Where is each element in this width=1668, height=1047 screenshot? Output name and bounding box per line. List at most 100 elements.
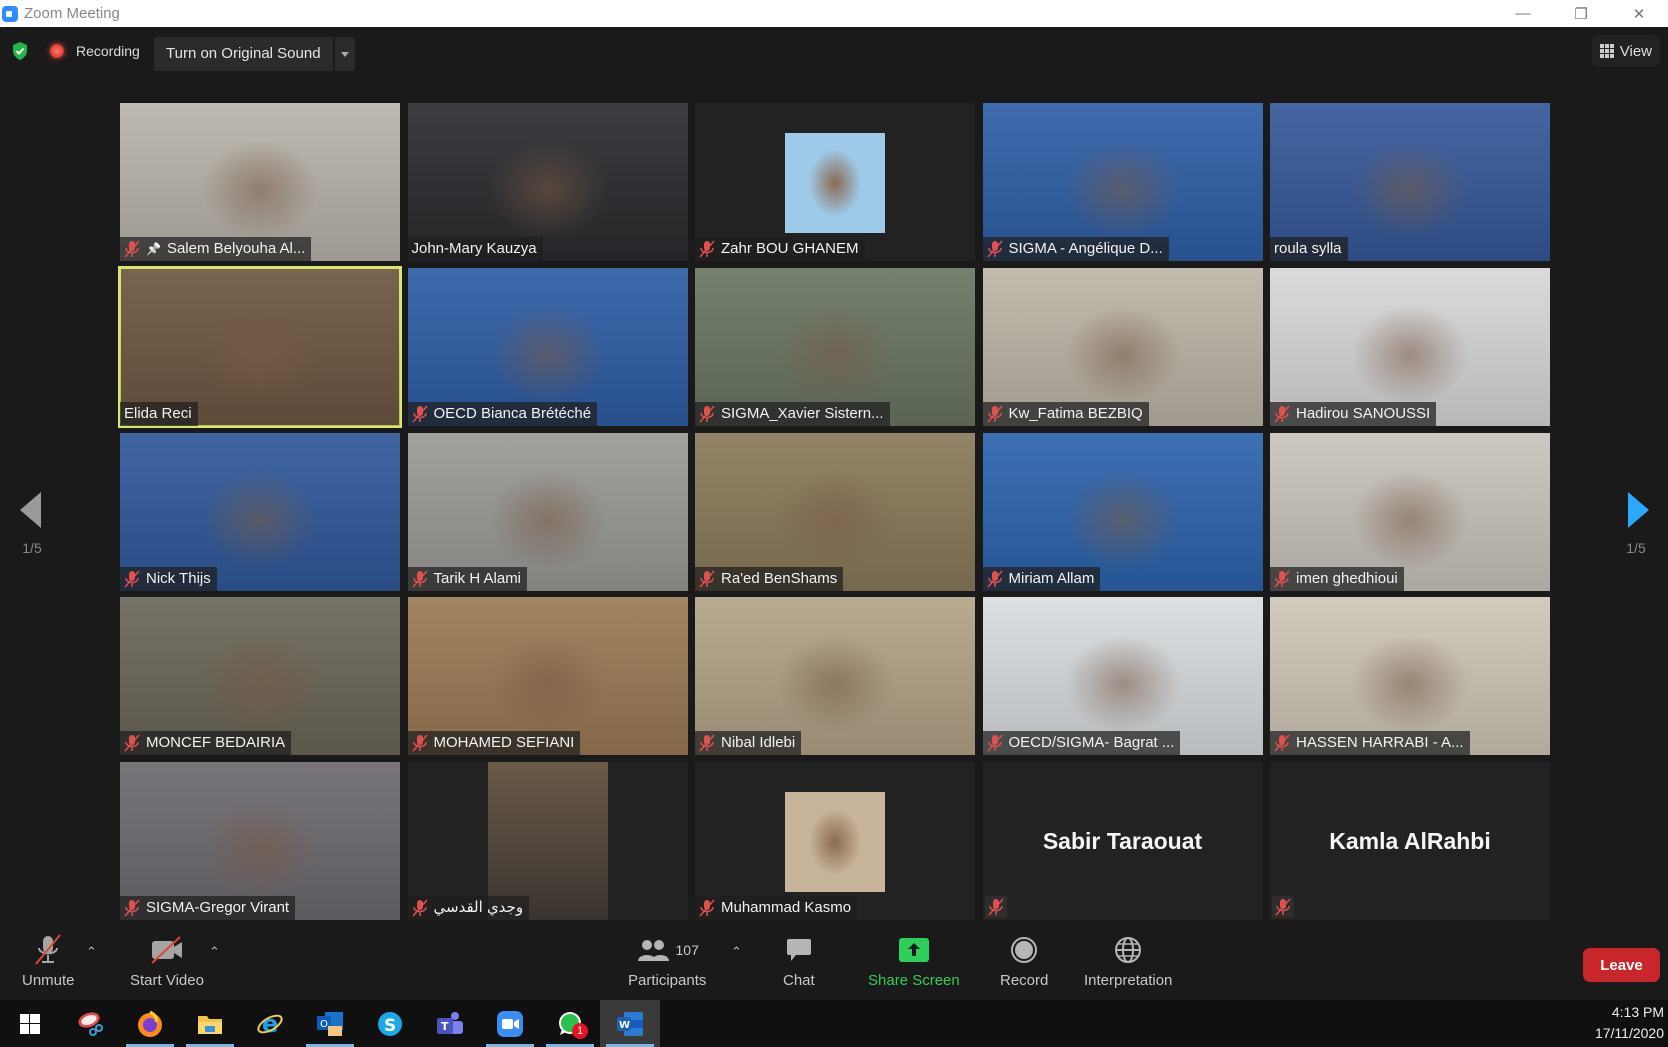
taskbar-internet-explorer[interactable]: e [240, 1000, 300, 1047]
zoom-app-icon [2, 5, 18, 22]
taskbar-file-explorer[interactable] [180, 1000, 240, 1047]
participant-tile[interactable]: Kw_Fatima BEZBIQ [982, 267, 1263, 426]
participant-tile[interactable]: Hadirou SANOUSSI [1270, 267, 1550, 426]
video-options-caret-icon[interactable]: ⌃ [209, 944, 220, 960]
participant-tile[interactable]: Miriam Allam [982, 432, 1263, 591]
taskbar-snipping-tool[interactable] [60, 1000, 120, 1047]
next-page-button[interactable]: 1/5 [1616, 492, 1656, 556]
participant-tile[interactable]: imen ghedhioui [1270, 432, 1550, 591]
participant-name: Nibal Idlebi [721, 734, 796, 752]
interpretation-button[interactable]: Interpretation [1084, 930, 1172, 989]
microphone-muted-icon [986, 240, 1003, 258]
start-video-label: Start Video [130, 972, 204, 989]
participant-name-label: OECD Bianca Brétéché [407, 401, 598, 426]
microphone-muted-icon [1272, 896, 1294, 918]
meeting-toolbar: Unmute ⌃ Start Video ⌃ 107 Participants … [0, 930, 1668, 1000]
participant-tile[interactable]: SIGMA - Angélique D... [982, 103, 1263, 261]
participant-name-label: Muhammad Kasmo [695, 896, 858, 920]
participant-name-label: MONCEF BEDAIRIA [120, 731, 292, 756]
windows-taskbar: e O S T 1 W 4:13 PM 17/11/2020 [0, 1000, 1668, 1047]
share-screen-button[interactable]: Share Screen [868, 930, 960, 989]
microphone-muted-icon [1274, 734, 1290, 752]
microphone-muted-icon [411, 734, 428, 752]
record-icon [1010, 930, 1038, 970]
participant-tile[interactable]: Sabir Taraouat [982, 762, 1263, 920]
participant-tile[interactable]: Zahr BOU GHANEM [695, 103, 975, 261]
taskbar-firefox[interactable] [120, 1000, 180, 1047]
camera-off-icon [148, 930, 186, 970]
participant-tile[interactable]: OECD/SIGMA- Bagrat ... [982, 597, 1263, 756]
taskbar-teams[interactable]: T [420, 1000, 480, 1047]
close-button[interactable]: ✕ [1610, 0, 1668, 27]
participant-tile[interactable]: MOHAMED SEFIANI [407, 597, 688, 756]
microphone-muted-icon [411, 899, 428, 917]
original-sound-dropdown-icon[interactable] [334, 37, 355, 71]
view-button[interactable]: View [1591, 35, 1660, 67]
participant-name-label: OECD/SIGMA- Bagrat ... [982, 731, 1181, 756]
participant-tile[interactable]: Ra'ed BenShams [695, 432, 975, 591]
record-button[interactable]: Record [1000, 930, 1048, 989]
taskbar-word[interactable]: W [600, 1000, 660, 1047]
participant-tile[interactable]: Kamla AlRahbi [1270, 762, 1550, 920]
svg-text:T: T [441, 1020, 449, 1033]
participants-label: Participants [628, 972, 707, 989]
participant-tile[interactable]: OECD Bianca Brétéché [407, 267, 688, 426]
participant-tile[interactable]: Elida Reci [118, 265, 402, 428]
pin-icon: 📌 [146, 242, 161, 256]
participant-name: Miriam Allam [1008, 569, 1095, 587]
participant-name-label: roula sylla [1270, 237, 1348, 261]
participant-tile[interactable]: وجدي القدسي [407, 762, 688, 920]
participant-tile[interactable]: Muhammad Kasmo [695, 762, 975, 920]
microphone-muted-icon [124, 240, 140, 258]
svg-text:S: S [384, 1016, 396, 1036]
participants-button[interactable]: 107 Participants [628, 930, 706, 989]
clock-date: 17/11/2020 [1594, 1025, 1664, 1041]
participant-name: roula sylla [1274, 240, 1342, 257]
audio-options-caret-icon[interactable]: ⌃ [86, 944, 97, 960]
taskbar-skype[interactable]: S [360, 1000, 420, 1047]
arrow-right-icon [1627, 492, 1649, 528]
participant-name-label: imen ghedhioui [1270, 566, 1404, 591]
participant-tile[interactable]: John-Mary Kauzya [407, 103, 688, 261]
minimize-button[interactable]: — [1494, 0, 1552, 27]
participant-tile[interactable]: Tarik H Alami [407, 432, 688, 591]
participant-name-label: John-Mary Kauzya [407, 237, 543, 261]
system-clock[interactable]: 4:13 PM 17/11/2020 [1595, 1002, 1664, 1044]
participants-caret-icon[interactable]: ⌃ [731, 944, 742, 960]
participant-tile[interactable]: 📌 Salem Belyouha Al... [120, 103, 400, 261]
participant-tile[interactable]: SIGMA-Gregor Virant [120, 762, 400, 920]
unmute-button[interactable]: Unmute [22, 930, 75, 989]
participant-tile[interactable]: SIGMA_Xavier Sistern... [695, 267, 975, 426]
participants-icon [637, 940, 669, 961]
microphone-muted-icon [699, 899, 715, 917]
participant-tile[interactable]: HASSEN HARRABI - A... [1270, 597, 1550, 756]
participant-name-label: Ra'ed BenShams [695, 566, 844, 591]
participant-tile[interactable]: MONCEF BEDAIRIA [120, 597, 400, 756]
participant-tile[interactable]: Nick Thijs [120, 432, 400, 591]
taskbar-whatsapp[interactable]: 1 [540, 1000, 600, 1047]
participant-name: Muhammad Kasmo [721, 899, 852, 916]
participant-name-label: Kw_Fatima BEZBIQ [982, 401, 1149, 426]
taskbar-outlook[interactable]: O [300, 1000, 360, 1047]
recording-indicator[interactable]: Recording [50, 37, 140, 65]
microphone-muted-icon [986, 405, 1003, 423]
start-button[interactable] [0, 1000, 60, 1047]
previous-page-button[interactable]: 1/5 [12, 492, 52, 556]
microphone-muted-icon [699, 734, 715, 752]
taskbar-zoom[interactable] [480, 1000, 540, 1047]
leave-button[interactable]: Leave [1583, 948, 1660, 982]
globe-icon [1114, 930, 1142, 970]
svg-text:W: W [619, 1020, 630, 1031]
chat-button[interactable]: Chat [783, 930, 815, 989]
original-sound-button[interactable]: Turn on Original Sound [154, 37, 333, 71]
window-title: Zoom Meeting [24, 5, 120, 22]
participant-tile[interactable]: Nibal Idlebi [695, 597, 975, 756]
participant-name-label: وجدي القدسي [407, 896, 530, 920]
shield-check-icon[interactable] [8, 37, 32, 65]
start-video-button[interactable]: Start Video [130, 930, 204, 989]
participant-tile[interactable]: roula sylla [1270, 103, 1550, 261]
participant-name-label: Tarik H Alami [407, 566, 528, 591]
participant-name: HASSEN HARRABI - A... [1296, 734, 1464, 752]
microphone-muted-icon [699, 570, 715, 588]
restore-button[interactable]: ❐ [1552, 0, 1610, 27]
